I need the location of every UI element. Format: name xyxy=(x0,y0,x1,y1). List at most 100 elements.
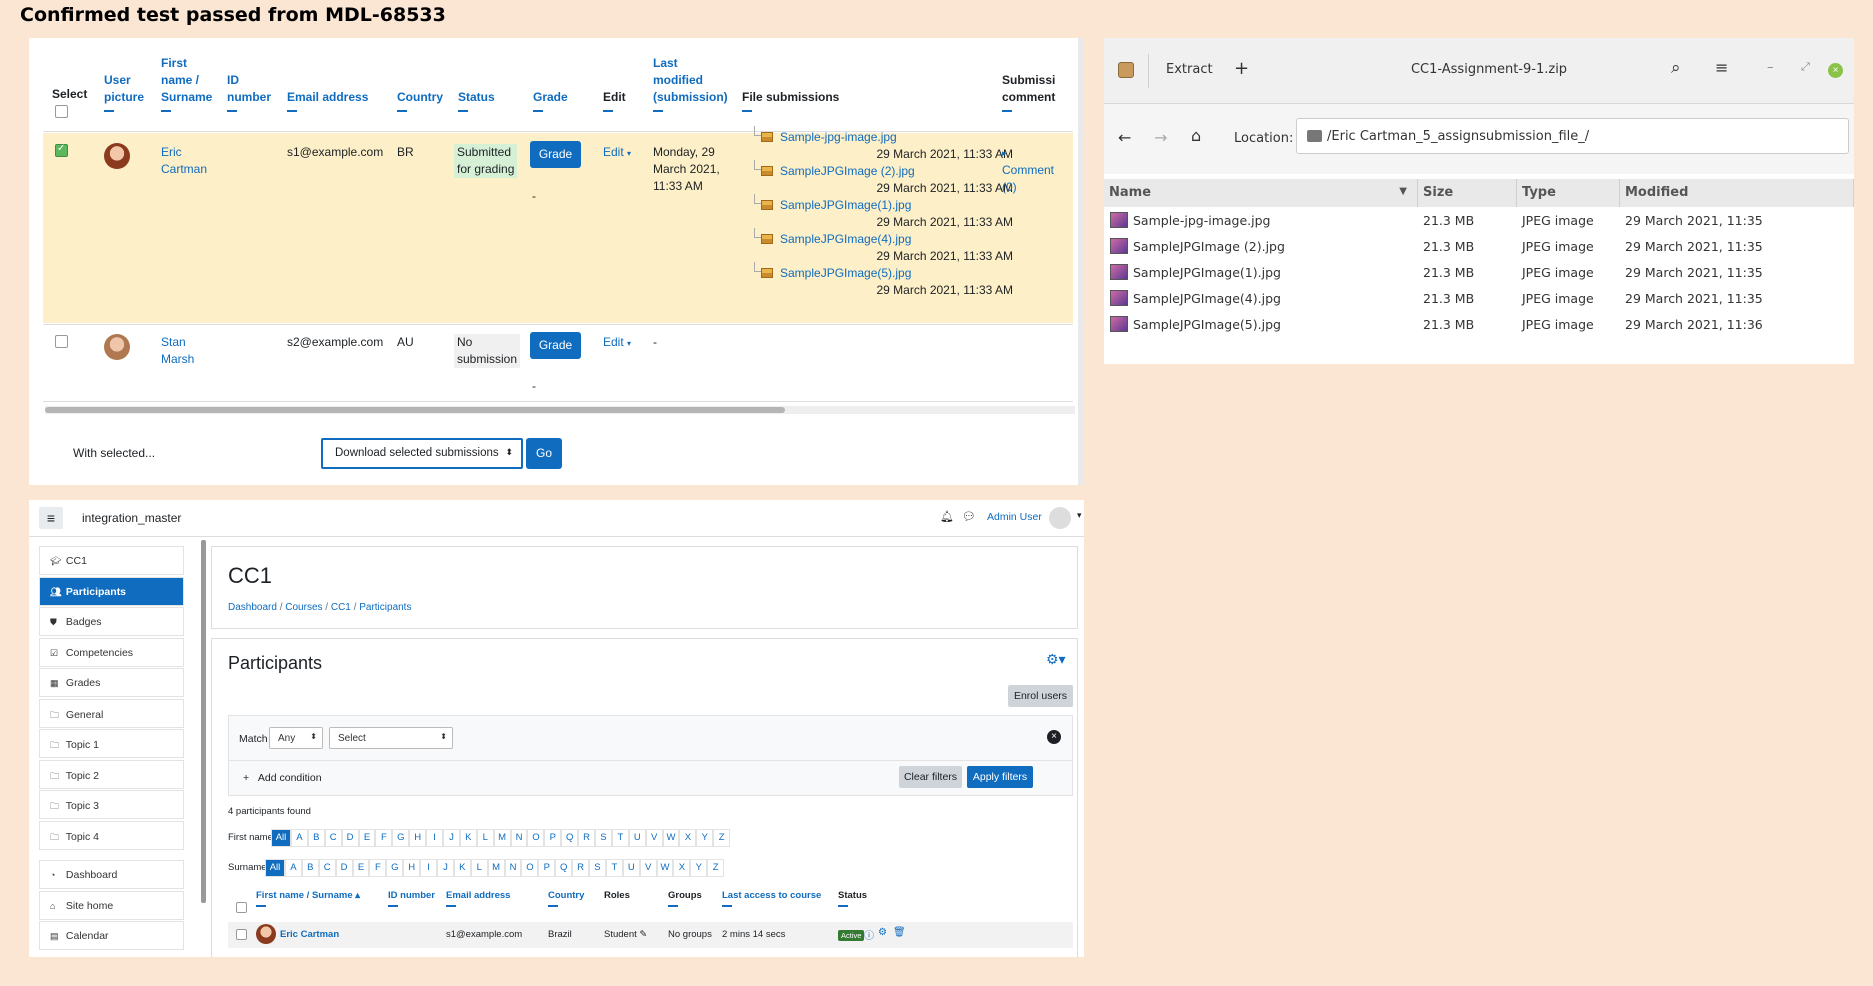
initial-letter[interactable]: A xyxy=(285,859,302,877)
header-last-modified[interactable]: Last modified (submission) xyxy=(653,55,728,112)
header-grade[interactable]: Grade xyxy=(533,89,568,112)
scrollbar-thumb[interactable] xyxy=(45,407,785,413)
initial-letter[interactable]: C xyxy=(318,859,336,877)
initial-all[interactable]: All xyxy=(265,859,285,877)
sidebar-item-topic-2[interactable]: 🗀 Topic 2 xyxy=(39,759,184,789)
edit-menu[interactable]: Edit ▾ xyxy=(603,144,631,162)
header-user-picture[interactable]: User picture xyxy=(104,72,144,112)
archive-file-row[interactable]: SampleJPGImage (2).jpg 21.3 MB JPEG imag… xyxy=(1104,234,1854,260)
initial-letter[interactable]: P xyxy=(538,859,556,877)
user-name-link[interactable]: Eric Cartman xyxy=(161,144,207,178)
user-avatar[interactable] xyxy=(1049,507,1071,529)
archive-file-row[interactable]: SampleJPGImage(5).jpg 21.3 MB JPEG image… xyxy=(1104,312,1854,338)
match-select[interactable]: Any ⬍ xyxy=(269,727,323,749)
comments-link[interactable]: ▸ Comment (0) xyxy=(1002,144,1054,196)
back-icon[interactable]: ← xyxy=(1118,128,1131,147)
archive-file-row[interactable]: SampleJPGImage(1).jpg 21.3 MB JPEG image… xyxy=(1104,260,1854,286)
column-name[interactable]: Name ▼ xyxy=(1104,179,1418,207)
initial-letter[interactable]: H xyxy=(409,829,427,847)
initial-letter[interactable]: L xyxy=(470,859,488,877)
enrol-users-button[interactable]: Enrol users xyxy=(1008,685,1073,707)
sidebar-item-site-home[interactable]: ⌂ Site home xyxy=(39,890,184,920)
column-size[interactable]: Size xyxy=(1418,179,1517,207)
home-icon[interactable]: ⌂ xyxy=(1191,126,1201,145)
initial-letter[interactable]: E xyxy=(352,859,370,877)
column-type[interactable]: Type xyxy=(1517,179,1620,207)
message-icon[interactable]: 💬︎ xyxy=(962,510,976,523)
participant-role[interactable]: Student ✎ xyxy=(604,929,647,940)
column-id-number[interactable]: ID number xyxy=(388,890,435,907)
initial-letter[interactable]: K xyxy=(459,829,477,847)
initial-letter[interactable]: B xyxy=(307,829,325,847)
breadcrumb-item[interactable]: Dashboard xyxy=(228,602,277,613)
row-checkbox[interactable] xyxy=(55,335,68,348)
initial-letter[interactable]: R xyxy=(572,859,590,877)
archive-file-row[interactable]: Sample-jpg-image.jpg 21.3 MB JPEG image … xyxy=(1104,208,1854,234)
initial-letter[interactable]: R xyxy=(578,829,596,847)
archive-file-row[interactable]: SampleJPGImage(4).jpg 21.3 MB JPEG image… xyxy=(1104,286,1854,312)
select-all-checkbox[interactable] xyxy=(55,105,68,118)
initial-letter[interactable]: S xyxy=(595,829,612,847)
initial-letter[interactable]: E xyxy=(358,829,376,847)
forward-icon[interactable]: → xyxy=(1154,128,1167,147)
file-link[interactable]: Sample-jpg-image.jpg xyxy=(780,129,897,146)
remove-filter-icon[interactable]: × xyxy=(1047,730,1061,744)
column-last-access[interactable]: Last access to course xyxy=(722,890,821,907)
initial-letter[interactable]: X xyxy=(673,859,691,877)
breadcrumb-item[interactable]: Courses xyxy=(285,602,322,613)
condition-select[interactable]: Select ⬍ xyxy=(329,727,453,749)
breadcrumb-item[interactable]: Participants xyxy=(359,602,411,613)
initial-letter[interactable]: Y xyxy=(696,829,714,847)
sidebar-item-grades[interactable]: ▦ Grades xyxy=(39,668,184,697)
file-link[interactable]: SampleJPGImage(5).jpg xyxy=(780,265,911,282)
sidebar-item-cc1[interactable]: 🎓︎ CC1 xyxy=(39,546,184,575)
header-email[interactable]: Email address xyxy=(287,89,368,112)
row-checkbox[interactable] xyxy=(236,929,247,940)
initial-letter[interactable]: A xyxy=(291,829,308,847)
initial-letter[interactable]: S xyxy=(589,859,606,877)
initial-letter[interactable]: N xyxy=(510,829,528,847)
initial-letter[interactable]: B xyxy=(301,859,319,877)
initial-letter[interactable]: P xyxy=(544,829,562,847)
initial-letter[interactable]: U xyxy=(628,829,646,847)
grade-button[interactable]: Grade xyxy=(530,332,581,359)
trash-icon[interactable]: 🗑︎ xyxy=(893,927,906,938)
close-icon[interactable]: × xyxy=(1828,63,1843,78)
initial-letter[interactable]: Z xyxy=(707,859,725,877)
initial-letter[interactable]: Z xyxy=(713,829,731,847)
initial-letter[interactable]: Q xyxy=(555,859,573,877)
gear-icon[interactable]: ⚙▾ xyxy=(1046,651,1066,668)
menu-icon[interactable]: ≡ xyxy=(1715,58,1728,77)
restore-icon[interactable]: ⤢ xyxy=(1801,60,1810,74)
initial-letter[interactable]: T xyxy=(611,829,629,847)
location-field[interactable]: /Eric Cartman_5_assignsubmission_file_/ xyxy=(1296,118,1849,154)
sidebar-item-calendar[interactable]: ▤ Calendar xyxy=(39,921,184,950)
header-id-number[interactable]: ID number xyxy=(227,72,271,112)
file-link[interactable]: SampleJPGImage (2).jpg xyxy=(780,163,915,180)
initial-letter[interactable]: I xyxy=(426,829,444,847)
initial-letter[interactable]: F xyxy=(369,859,387,877)
breadcrumb-item[interactable]: CC1 xyxy=(331,602,351,613)
initial-letter[interactable]: V xyxy=(645,829,663,847)
initial-letter[interactable]: G xyxy=(386,859,404,877)
initial-letter[interactable]: W xyxy=(656,859,674,877)
initial-letter[interactable]: C xyxy=(324,829,342,847)
clear-filters-button[interactable]: Clear filters xyxy=(899,766,962,788)
initial-letter[interactable]: N xyxy=(504,859,522,877)
initial-letter[interactable]: D xyxy=(341,829,359,847)
apply-filters-button[interactable]: Apply filters xyxy=(967,766,1033,788)
column-name[interactable]: First name / Surname ▴ xyxy=(256,890,360,907)
select-all-checkbox[interactable] xyxy=(236,902,247,913)
initial-letter[interactable]: Q xyxy=(561,829,579,847)
bell-icon[interactable]: 🔔︎ xyxy=(940,510,954,523)
initial-letter[interactable]: D xyxy=(335,859,353,877)
sidebar-item-competencies[interactable]: ☑ Competencies xyxy=(39,637,184,667)
initial-letter[interactable]: X xyxy=(679,829,697,847)
user-name-link[interactable]: Stan Marsh xyxy=(161,334,194,368)
sidebar-item-participants[interactable]: 👥︎ Participants xyxy=(39,576,184,606)
sidebar-item-topic-4[interactable]: 🗀 Topic 4 xyxy=(39,820,184,850)
file-link[interactable]: SampleJPGImage(1).jpg xyxy=(780,197,911,214)
file-link[interactable]: SampleJPGImage(4).jpg xyxy=(780,231,911,248)
initial-letter[interactable]: L xyxy=(476,829,494,847)
user-menu[interactable]: Admin User xyxy=(987,511,1042,523)
